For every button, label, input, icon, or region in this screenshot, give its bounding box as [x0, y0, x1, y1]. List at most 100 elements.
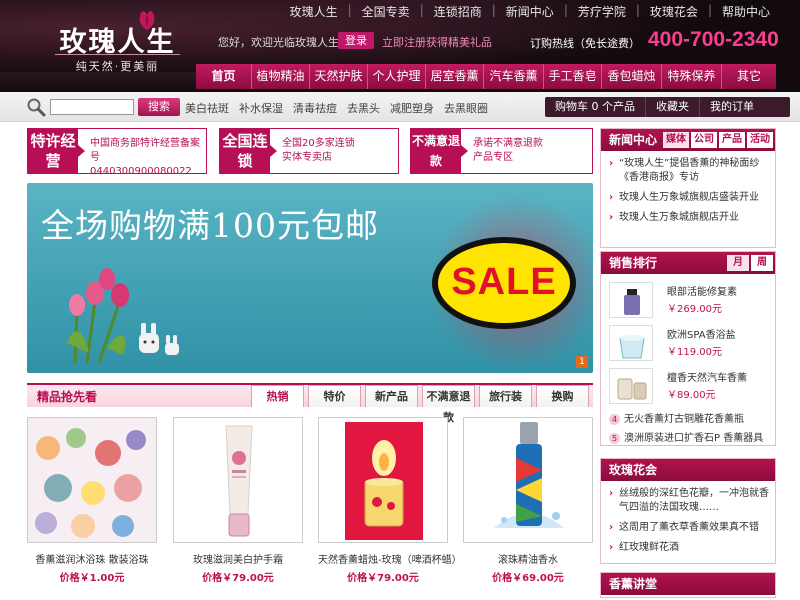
tab-new[interactable]: 新产品	[365, 385, 418, 407]
banner-page-button[interactable]: 1	[576, 356, 588, 368]
club-item[interactable]: 这周用了薰衣草香薰效果真不错	[609, 521, 769, 535]
top-link-home[interactable]: 玫瑰人生	[280, 3, 348, 20]
arrow-right-icon	[461, 145, 468, 157]
ranking-price: ￥119.00元	[667, 347, 722, 358]
product-price: 价格￥79.00元	[202, 573, 274, 584]
register-link[interactable]: 立即注册获得精美礼品	[382, 34, 492, 50]
club-list: 丝绒般的深红色花瓣，一冲泡就香气四溢的法国玫瑰…… 这周用了薰衣草香薰效果真不错…	[601, 481, 775, 555]
top-link-club[interactable]: 玫瑰花会	[640, 3, 708, 20]
news-tab-media[interactable]: 媒体	[663, 132, 689, 148]
feature-chain[interactable]: 全国连锁 全国20多家连锁 实体专卖店	[219, 128, 399, 174]
ranking-item[interactable]: 檀香天然汽车香薰 ￥89.00元	[609, 366, 775, 406]
quick-link-slimming[interactable]: 减肥塑身	[385, 100, 439, 116]
ranking-tab-month[interactable]: 月	[727, 255, 749, 271]
nav-special-care[interactable]: 特殊保养	[662, 64, 722, 89]
ranking-tab-week[interactable]: 周	[751, 255, 773, 271]
ranking-item[interactable]: 眼部活能修复素 ￥269.00元	[609, 280, 775, 320]
ranking-thumb	[609, 368, 653, 404]
news-tab-events[interactable]: 活动	[747, 132, 773, 148]
top-link-help[interactable]: 帮助中心	[712, 3, 780, 20]
feature-text: 全国20多家连锁 实体专卖店	[282, 137, 355, 165]
product-image[interactable]	[318, 417, 448, 543]
nav-personal-care[interactable]: 个人护理	[368, 64, 426, 89]
quick-link-moisturizing[interactable]: 补水保湿	[234, 100, 288, 116]
nav-others[interactable]: 其它	[722, 64, 776, 89]
quick-link-whitening[interactable]: 美白祛斑	[180, 100, 234, 116]
top-link-academy[interactable]: 芳疗学院	[568, 3, 636, 20]
ranking-name[interactable]: 眼部活能修复素	[667, 283, 737, 298]
login-button[interactable]: 登录	[338, 32, 374, 49]
cart-link[interactable]: 购物车 0 个产品	[545, 97, 646, 117]
nav-candles[interactable]: 香包蜡烛	[602, 64, 662, 89]
news-item[interactable]: 玫瑰人生万象城旗舰店开业	[609, 211, 769, 225]
product-name[interactable]: 天然香薰蜡烛-玫瑰（啤酒杯蜡）	[318, 551, 462, 566]
aroma-classroom-panel: 香薰讲堂	[600, 572, 776, 598]
nav-skincare[interactable]: 天然护肤	[310, 64, 368, 89]
top-link-franchise[interactable]: 连锁招商	[424, 3, 492, 20]
product-card[interactable]: 滚珠精油香水 价格￥69.00元	[463, 417, 593, 584]
product-card[interactable]: 香薰滋润沐浴珠 散装浴珠 价格￥1.00元	[27, 417, 157, 584]
news-item[interactable]: 玫瑰人生万象城旗舰店盛装开业	[609, 191, 769, 205]
site-logo[interactable]: 玫瑰人生 纯天然·更美丽	[30, 6, 205, 73]
product-image[interactable]	[27, 417, 157, 543]
feature-refund[interactable]: 不满意退款 承诺不满意退款 产品专区	[410, 128, 593, 174]
feature-line: 实体专卖店	[282, 152, 332, 163]
club-header: 玫瑰花会	[601, 459, 775, 481]
rank-number: 5	[609, 433, 620, 444]
product-card[interactable]: 天然香薰蜡烛-玫瑰（啤酒杯蜡） 价格￥79.00元	[318, 417, 462, 584]
product-price: 价格￥79.00元	[347, 573, 419, 584]
product-name[interactable]: 玫瑰滋润美白护手霜	[173, 551, 303, 566]
quick-links: 美白祛斑 补水保湿 清毒祛痘 去黑头 减肥塑身 去黑眼圈	[180, 100, 493, 116]
news-tab-product[interactable]: 产品	[719, 132, 745, 148]
tab-exchange[interactable]: 换购	[536, 385, 589, 407]
feature-line: 承诺不满意退款	[473, 138, 543, 149]
quick-link-blackhead[interactable]: 去黑头	[342, 100, 385, 116]
club-item[interactable]: 丝绒般的深红色花瓣，一冲泡就香气四溢的法国玫瑰……	[609, 487, 769, 515]
ranking-name: 澳洲原装进口扩香石P 香薰器具	[624, 433, 764, 444]
product-image[interactable]	[173, 417, 303, 543]
products-section-header: 精品抢先看 热销 特价 新产品 不满意退款 旅行装 换购	[27, 383, 593, 424]
ranking-header: 销售排行 月 周	[601, 252, 775, 274]
ranking-tabs: 月 周	[725, 255, 773, 271]
favorites-link[interactable]: 收藏夹	[646, 97, 700, 117]
nav-handmade-soap[interactable]: 手工香皂	[544, 64, 602, 89]
ranking-name[interactable]: 檀香天然汽车香薰	[667, 369, 747, 384]
club-title: 玫瑰花会	[609, 463, 658, 477]
ranking-text-item[interactable]: 5 澳洲原装进口扩香石P 香薰器具	[609, 429, 775, 444]
top-link-stores[interactable]: 全国专卖	[352, 3, 420, 20]
tab-special-price[interactable]: 特价	[308, 385, 361, 407]
tab-refund[interactable]: 不满意退款	[422, 385, 475, 424]
ranking-title: 销售排行	[609, 256, 658, 270]
nav-essential-oils[interactable]: 植物精油	[252, 64, 310, 89]
quick-link-dark-circles[interactable]: 去黑眼圈	[439, 100, 493, 116]
car-aroma-image	[617, 378, 647, 400]
top-link-news[interactable]: 新闻中心	[496, 3, 564, 20]
product-name[interactable]: 滚珠精油香水	[463, 551, 593, 566]
product-image[interactable]	[463, 417, 593, 543]
nav-car-aroma[interactable]: 汽车香薰	[484, 64, 544, 89]
classroom-title: 香薰讲堂	[609, 577, 658, 591]
quick-link-acne[interactable]: 清毒祛痘	[288, 100, 342, 116]
roll-on-perfume-image	[464, 418, 592, 542]
news-list: “玫瑰人生”提倡香薰的神秘面纱《香港商报》专访 玫瑰人生万象城旗舰店盛装开业 玫…	[601, 151, 775, 225]
feature-franchise[interactable]: 特许经营 中国商务部特许经营备案号 0440300900080022	[27, 128, 207, 177]
ranking-name[interactable]: 欧洲SPA香浴盐	[667, 326, 736, 341]
ranking-item[interactable]: 欧洲SPA香浴盐 ￥119.00元	[609, 323, 775, 363]
product-name[interactable]: 香薰滋润沐浴珠 散装浴珠	[27, 551, 157, 566]
feature-text: 中国商务部特许经营备案号 0440300900080022	[90, 137, 206, 179]
ranking-text-item[interactable]: 4 无火香薰灯古铜雕花香薰瓶	[609, 410, 775, 425]
orders-link[interactable]: 我的订单	[700, 97, 764, 117]
promo-banner[interactable]: 全场购物满100元包邮 SALE 1	[27, 183, 593, 373]
news-item[interactable]: “玫瑰人生”提倡香薰的神秘面纱《香港商报》专访	[609, 157, 769, 185]
tab-travel[interactable]: 旅行装	[479, 385, 532, 407]
news-title: 新闻中心	[609, 133, 658, 147]
search-button[interactable]: 搜索	[138, 98, 180, 116]
news-header: 新闻中心 媒体 公司 产品 活动	[601, 129, 775, 151]
club-item[interactable]: 红玫瑰鲜花酒	[609, 541, 769, 555]
nav-home[interactable]: 首页	[196, 64, 252, 89]
nav-home-aroma[interactable]: 居室香薰	[426, 64, 484, 89]
tab-hot[interactable]: 热销	[251, 385, 304, 407]
search-input[interactable]	[50, 99, 134, 115]
product-card[interactable]: 玫瑰滋润美白护手霜 价格￥79.00元	[173, 417, 303, 584]
news-tab-company[interactable]: 公司	[691, 132, 717, 148]
